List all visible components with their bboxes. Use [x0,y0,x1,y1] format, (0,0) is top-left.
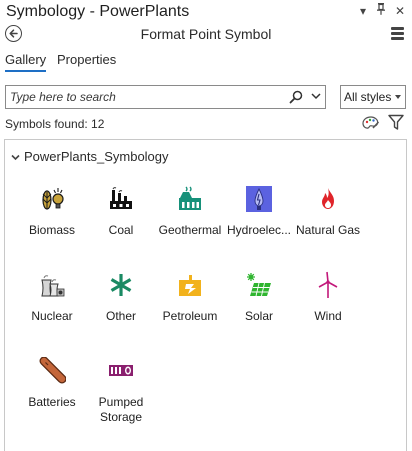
pane-options-icon[interactable]: ▾ [355,3,371,19]
symbols-found-count: Symbols found: 12 [5,117,105,131]
wind-icon [318,271,338,298]
hydroelectric-icon [246,186,272,212]
natural-gas-icon [322,188,334,209]
symbol-label: Pumped Storage [98,395,144,424]
symbol-gallery: PowerPlants_Symbology Biomass Coal Geoth… [4,139,407,451]
coal-icon [110,187,132,209]
symbol-label: Natural Gas [295,223,361,237]
biomass-icon [42,188,64,210]
other-icon [110,274,132,296]
search-options-chevron-down-icon[interactable] [311,92,321,100]
style-palette-icon[interactable] [362,115,380,131]
back-arrow-icon[interactable] [5,25,22,42]
symbol-label: Wind [314,309,342,323]
geothermal-icon [179,186,201,210]
close-icon[interactable]: ✕ [392,3,408,19]
filter-icon[interactable] [388,114,404,131]
styles-dropdown-value: All styles [344,90,392,104]
styles-dropdown[interactable]: All styles [340,85,406,109]
nuclear-icon [41,275,65,297]
search-box [5,85,326,109]
group-label: PowerPlants_Symbology [24,149,169,164]
hamburger-menu-icon[interactable] [391,27,404,40]
batteries-icon [39,357,66,384]
title-bar: Symbology - PowerPlants ▾ ✕ [0,0,412,24]
caret-down-icon [395,95,401,99]
pin-icon[interactable] [373,3,389,19]
search-input[interactable] [10,88,280,106]
petroleum-icon [179,275,201,296]
pane-header: Format Point Symbol [0,24,412,46]
search-icon[interactable] [289,90,303,104]
tab-gallery[interactable]: Gallery [5,52,47,72]
pumped-storage-icon [109,365,133,376]
chevron-down-icon [11,154,20,161]
pane-title: Symbology - PowerPlants [6,3,190,20]
header-title: Format Point Symbol [140,26,272,42]
tab-properties[interactable]: Properties [57,52,116,70]
solar-icon [247,273,271,297]
